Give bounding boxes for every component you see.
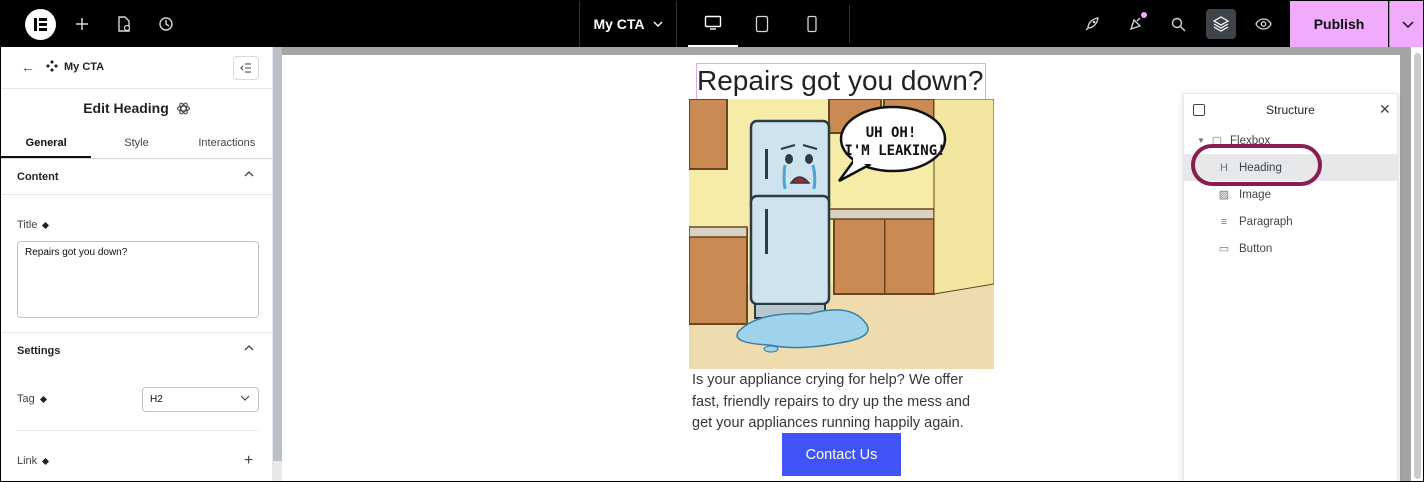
tab-style[interactable]: Style xyxy=(91,127,181,158)
page-settings-icon[interactable] xyxy=(109,9,139,39)
tag-control-label: Tag xyxy=(17,393,47,405)
breadcrumb[interactable]: My CTA xyxy=(64,61,104,73)
tag-select[interactable]: H2 xyxy=(142,387,259,412)
tab-general[interactable]: General xyxy=(1,127,92,158)
contact-us-button[interactable]: Contact Us xyxy=(782,433,901,476)
settings-section-label: Settings xyxy=(17,345,61,357)
edit-heading-title: Edit Heading xyxy=(83,100,169,116)
bubble-line-2: I'M LEAKING! xyxy=(844,143,945,159)
notification-badge xyxy=(1141,12,1147,18)
close-icon[interactable]: ✕ xyxy=(1379,101,1391,118)
search-icon[interactable] xyxy=(1163,9,1193,39)
layers-icon[interactable] xyxy=(1206,9,1236,39)
structure-header: Structure ✕ xyxy=(1184,94,1397,126)
panel-tabs: General Style Interactions xyxy=(1,127,272,159)
canvas-scrollbar[interactable] xyxy=(1414,53,1421,479)
title-textarea[interactable]: Repairs got you down? xyxy=(17,241,259,318)
structure-item-button[interactable]: ▭ Button xyxy=(1184,235,1397,262)
structure-title: Structure xyxy=(1266,103,1315,117)
content-section-header[interactable]: Content xyxy=(1,159,272,195)
atomic-widget-icon xyxy=(176,102,190,114)
tablet-icon xyxy=(755,15,769,33)
chevron-down-icon xyxy=(653,21,663,27)
divider xyxy=(849,5,850,43)
callout-highlight xyxy=(1191,144,1322,186)
document-title-dropdown[interactable]: My CTA xyxy=(579,1,677,47)
settings-section-header[interactable]: Settings xyxy=(1,333,273,369)
publish-options-button[interactable] xyxy=(1389,1,1423,47)
cta-paragraph[interactable]: Is your appliance crying for help? We of… xyxy=(692,370,992,435)
chevron-down-icon xyxy=(240,395,250,401)
paragraph-icon: ≡ xyxy=(1220,215,1228,228)
document-title: My CTA xyxy=(593,16,645,32)
top-bar: My CTA Publish xyxy=(1,1,1423,47)
link-label: Link xyxy=(17,455,38,467)
back-arrow-icon[interactable]: ← xyxy=(21,59,35,75)
tab-interactions[interactable]: Interactions xyxy=(182,127,272,158)
tag-label: Tag xyxy=(17,393,35,405)
preview-eye-icon[interactable] xyxy=(1248,9,1278,39)
dynamic-tag-icon[interactable] xyxy=(39,395,47,403)
chevron-up-icon xyxy=(244,345,254,351)
structure-item-label: Paragraph xyxy=(1239,215,1293,228)
chevron-up-icon xyxy=(244,171,254,177)
structure-item-label: Button xyxy=(1239,242,1273,255)
desktop-view-button[interactable] xyxy=(688,1,738,47)
title-control-label: Title xyxy=(17,219,50,231)
desktop-icon xyxy=(704,15,722,30)
collapse-panel-button[interactable] xyxy=(233,56,259,80)
editor-panel: ← My CTA Edit Heading General Style Inte… xyxy=(1,47,273,481)
component-icon xyxy=(46,60,58,72)
publish-button[interactable]: Publish xyxy=(1290,1,1388,47)
panel-header: ← My CTA xyxy=(1,47,272,89)
link-control-label: Link xyxy=(17,455,50,467)
cta-heading[interactable]: Repairs got you down? xyxy=(697,65,983,97)
divider xyxy=(17,430,259,431)
editor-window: My CTA Publish ← My CTA Edit Heading Gen… xyxy=(0,0,1424,482)
add-link-plus-icon[interactable]: + xyxy=(244,452,253,470)
panel-scrollbar[interactable] xyxy=(273,47,282,461)
structure-item-paragraph[interactable]: ≡ Paragraph xyxy=(1184,208,1397,235)
dynamic-tag-icon[interactable] xyxy=(42,221,50,229)
rocket-icon[interactable] xyxy=(1077,9,1107,39)
plus-icon[interactable] xyxy=(67,9,97,39)
elementor-logo-icon[interactable] xyxy=(25,9,56,40)
tablet-view-button[interactable] xyxy=(737,1,787,47)
tag-select-value: H2 xyxy=(150,394,163,405)
content-section-label: Content xyxy=(17,171,59,183)
mobile-icon xyxy=(807,15,817,33)
caret-down-icon[interactable]: ▼ xyxy=(1196,136,1206,145)
title-label: Title xyxy=(17,219,38,231)
chevron-down-icon xyxy=(1401,20,1414,28)
collapse-icon xyxy=(240,63,251,73)
cta-image[interactable]: UH OH! I'M LEAKING! xyxy=(689,99,994,369)
crying-fridge-illustration: UH OH! I'M LEAKING! xyxy=(689,99,994,369)
button-icon: ▭ xyxy=(1218,243,1230,255)
bubble-line-1: UH OH! xyxy=(866,125,917,141)
mobile-view-button[interactable] xyxy=(787,1,837,47)
panel-title: Edit Heading xyxy=(1,89,272,127)
dynamic-tag-icon[interactable] xyxy=(42,457,50,465)
image-icon: ▨ xyxy=(1218,189,1230,201)
structure-item-label: Image xyxy=(1239,188,1271,201)
history-icon[interactable] xyxy=(151,9,181,39)
